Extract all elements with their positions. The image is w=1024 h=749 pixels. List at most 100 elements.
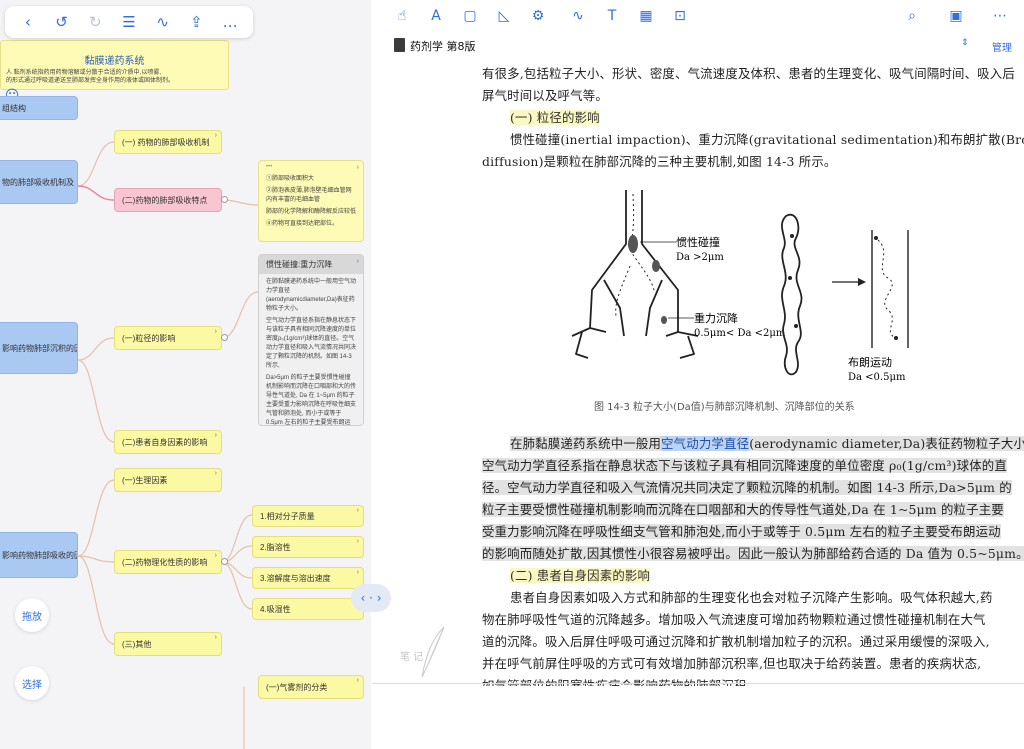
node-lipophilicity[interactable]: 2.脂溶性 ›: [252, 536, 364, 558]
highlighted-text[interactable]: 的影响而随处扩散,因其惯性小很容易被呼出。因此一般认为肺部给药合适的 Da 值为…: [482, 546, 1024, 561]
share-icon[interactable]: ⇪: [184, 10, 208, 34]
settings-icon[interactable]: ⚙: [526, 4, 550, 28]
scan-icon[interactable]: ⊡: [668, 4, 692, 28]
node-particle-size[interactable]: (一)粒径的影响 ›: [114, 326, 222, 350]
mindmap-pane[interactable]: ‹ ↺ ↻ ☰ ∿ ⇪ … 黏膜递药系统 人 黏剂系统指药用药物溶解或分散于合适…: [0, 0, 371, 749]
drag-mode-button[interactable]: 拖放: [15, 598, 49, 632]
expand-icon: ›: [356, 677, 359, 684]
pen-icon[interactable]: ∿: [151, 10, 175, 34]
save-icon[interactable]: ▣: [944, 4, 968, 28]
node-label: 物的肺部吸收机制及: [2, 177, 74, 187]
node-label: (一)粒径的影响: [122, 333, 176, 343]
node-label: 影响药物肺部吸收的因: [2, 550, 78, 560]
node-label: (二)患者自身因素的影响: [122, 437, 208, 447]
branch-absorption-factors[interactable]: 影响药物肺部吸收的因: [0, 532, 78, 578]
expand-icon: ›: [214, 634, 217, 641]
expand-icon: ›: [356, 507, 359, 514]
card-line: ④药物可直接到达靶部位。: [266, 221, 339, 227]
text-line: 道的沉降。吸入后屏住呼吸可通过沉降和扩散机制增加粒子的沉积。通过采用缓慢的深吸入…: [482, 634, 990, 649]
node-physiology[interactable]: (一)生理因素 ›: [114, 468, 222, 492]
highlighted-text[interactable]: 径。空气动力学直径和吸入气流情况共同决定了颗粒沉降的机制。如图 14-3 所示,…: [482, 480, 1012, 495]
branch-absorption[interactable]: 物的肺部吸收机制及: [0, 160, 78, 204]
highlighted-text[interactable]: 受重力影响沉降在呼吸性细支气管和肺泡处,而小于或等于 0.5μm 左右的粒子主要…: [482, 524, 1001, 539]
hand-pointer-icon[interactable]: ☝: [390, 4, 414, 28]
page-divider: [372, 683, 1024, 684]
search-icon[interactable]: ⌕: [900, 4, 924, 28]
root-title: 黏膜递药系统: [84, 56, 145, 67]
image-icon[interactable]: ▦: [634, 4, 658, 28]
node-aerosol-types[interactable]: (一)气雾剂的分类 ›: [258, 675, 364, 699]
branch-deposition-factors[interactable]: 影响药物肺部沉积的因: [0, 322, 78, 374]
more-icon[interactable]: …: [218, 10, 242, 34]
rect-select-icon[interactable]: ▢: [458, 4, 482, 28]
node-molecular-weight[interactable]: 1.相对分子质量 ›: [252, 505, 364, 527]
expand-icon: ›: [356, 258, 359, 265]
note-card-inertia[interactable]: 惯性碰撞:重力沉降 › 在肺黏膜递药系统中一般用空气动力学直径(aerodyna…: [258, 254, 364, 426]
node-other[interactable]: (三)其他 ›: [114, 632, 222, 656]
node-label: (一)气雾剂的分类: [266, 682, 328, 692]
reader-toolbar: ☝ A ▢ ◺ ⚙ ∿ T ▦ ⊡ ⌕ ▣ ⋯: [372, 0, 1024, 32]
node-patient-factors[interactable]: (二)患者自身因素的影响 ›: [114, 430, 222, 454]
text-line: 并在呼气前屏住呼吸的方式可有效增加肺部沉积率,但也取决于给药装置。患者的疾病状态…: [482, 656, 982, 671]
node-label: 1.相对分子质量: [260, 511, 315, 521]
label-inertia-value: Da >2μm: [676, 252, 724, 263]
text-line: 如气管部位的阻塞性疾病会影响药物的肺部沉积。: [482, 678, 759, 686]
label-brownian-value: Da <0.5μm: [848, 372, 906, 383]
pdf-page[interactable]: 有很多,包括粒子大小、形状、密度、气流速度及体积、患者的生理变化、吸气间隔时间、…: [470, 40, 1024, 686]
list-icon[interactable]: ☰: [117, 10, 141, 34]
document-title[interactable]: 药剂学 第8版: [410, 38, 476, 54]
text-line: diffusion)是颗粒在肺部沉降的三种主要机制,如图 14-3 所示。: [482, 154, 837, 169]
expand-icon: ›: [214, 432, 217, 439]
collapse-toggle[interactable]: [221, 558, 228, 565]
figure-14-3: 惯性碰撞 Da >2μm 重力沉降 0.5μm< Da <2μm 布朗运动 Da…: [571, 190, 909, 383]
node-label: (一)生理因素: [122, 475, 168, 485]
label-inertia: 惯性碰撞: [676, 235, 720, 249]
card-line: ②肺泡表皮薄,肺泡壁毛细血管网内有丰富的毛细血管: [266, 188, 352, 203]
node-label: (二)药物理化性质的影响: [122, 557, 208, 567]
branch-structure[interactable]: 组结构: [0, 96, 78, 120]
more-icon[interactable]: ⋯: [988, 4, 1012, 28]
section-heading: (二) 患者自身因素的影响: [510, 568, 651, 583]
text-line: 屏气时间以及呼气等。: [482, 88, 608, 103]
label-gravity: 重力沉降: [694, 311, 738, 325]
node-label: (二)药物的肺部吸收特点: [122, 195, 208, 205]
card-line: 在肺黏膜递药系统中一般用空气动力学直径(aerodynamicdiameter,…: [266, 279, 357, 312]
pen-icon[interactable]: ∿: [566, 4, 590, 28]
text-highlight-icon[interactable]: A: [424, 4, 448, 28]
undo-icon[interactable]: ↺: [50, 10, 74, 34]
root-topic[interactable]: 黏膜递药系统 人 黏剂系统指药用药物溶解或分散于合适的介质中,以喷雾, 的形式通…: [0, 40, 229, 90]
back-icon[interactable]: ‹: [16, 10, 40, 34]
select-mode-button[interactable]: 选择: [15, 666, 49, 700]
node-physchem[interactable]: (二)药物理化性质的影响 ›: [114, 550, 222, 574]
highlighted-text[interactable]: (aerodynamic diameter,Da)表征药物粒子大小。: [749, 436, 1024, 451]
section-heading: (一) 粒径的影响: [510, 110, 600, 125]
reader-pane: ☝ A ▢ ◺ ⚙ ∿ T ▦ ⊡ ⌕ ▣ ⋯ 药剂学 第8版 ⇕ 管理 有很多…: [372, 0, 1024, 749]
split-view-handle[interactable]: ‹ · ›: [351, 584, 391, 612]
expand-icon: ›: [214, 552, 217, 559]
text-line: 惯性碰撞(inertial impaction)、重力沉降(gravitatio…: [510, 132, 1024, 147]
node-label: (三)其他: [122, 639, 152, 649]
collapse-toggle[interactable]: [221, 334, 228, 341]
label-brownian: 布朗运动: [848, 356, 892, 369]
note-card-features[interactable]: › ••• ①肺部吸收面积大 ②肺泡表皮薄,肺泡壁毛细血管网内有丰富的毛细血管 …: [258, 160, 364, 242]
redo-icon[interactable]: ↻: [83, 10, 107, 34]
highlighted-text[interactable]: 粒子主要受惯性碰撞机制影响而沉降在口咽部和大的传导性气道处,Da 在 1~5μm…: [482, 502, 1004, 517]
node-solubility[interactable]: 3.溶解度与溶出速度 ›: [252, 567, 364, 589]
node-label: (一) 药物的肺部吸收机制: [122, 137, 210, 147]
selected-term[interactable]: 空气动力学直径: [661, 436, 750, 451]
highlighted-text[interactable]: 在肺黏膜递药系统中一般用: [510, 436, 662, 451]
node-hygroscopicity[interactable]: 4.吸湿性›: [252, 598, 364, 620]
node-absorb-mechanism[interactable]: (一) 药物的肺部吸收机制 ›: [114, 130, 222, 154]
text-line: 有很多,包括粒子大小、形状、密度、气流速度及体积、患者的生理变化、吸气间隔时间、…: [482, 66, 1015, 81]
text-line: 患者自身因素如吸入方式和肺部的生理变化也会对粒子沉降产生影响。吸气体积越大,药: [510, 590, 993, 605]
highlighted-text[interactable]: 空气动力学直径系指在静息状态下与该粒子具有相同沉降速度的单位密度 ρ₀(1g/c…: [482, 458, 1007, 473]
mindmap-toolbar: ‹ ↺ ↻ ☰ ∿ ⇪ …: [5, 6, 253, 38]
shape-icon[interactable]: ◺: [492, 4, 516, 28]
particle-inertia: [628, 235, 638, 253]
figure-caption: 图 14-3 粒子大小(Da值)与肺部沉降机制、沉降部位的关系: [594, 402, 855, 413]
book-icon: [394, 38, 405, 52]
expand-icon: ›: [356, 538, 359, 545]
collapse-toggle[interactable]: [221, 196, 228, 203]
textbox-icon[interactable]: T: [600, 4, 624, 28]
node-absorb-features[interactable]: (二)药物的肺部吸收特点: [114, 188, 222, 212]
